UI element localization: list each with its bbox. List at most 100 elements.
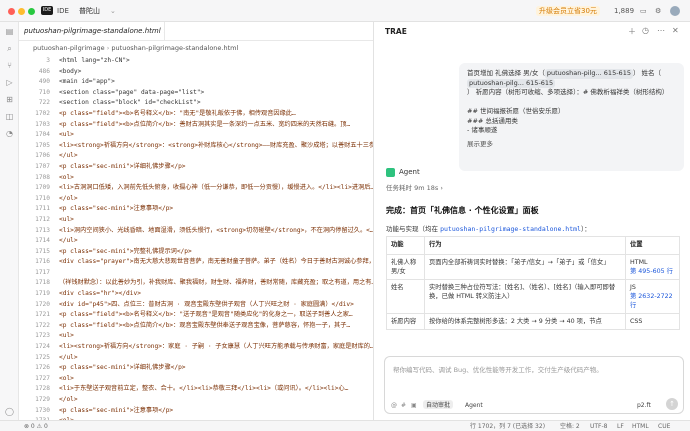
code-line[interactable]: 1715 <p class="sec-mini">完整礼佛提示词</p> — [19, 247, 373, 258]
upgrade-badge[interactable]: 升级会员立省30元 — [536, 6, 600, 16]
code-line[interactable]: 1722 <p class="field"><b>点位简介</b>：观音宝殿东壁供… — [19, 321, 373, 332]
breadcrumb-folder[interactable]: putuoshan-pilgrimage — [33, 44, 105, 52]
agent-select[interactable]: Agent — [465, 402, 483, 409]
code-text[interactable]: <ol> — [59, 374, 373, 385]
code-text[interactable]: <main id="app"> — [59, 77, 373, 88]
code-line[interactable]: 1705 <li><strong>祈福方向</strong>：<strong>补财… — [19, 141, 373, 152]
code-line[interactable]: 1702 <p class="field"><b>名号释义</b>："南无"是敬礼… — [19, 109, 373, 120]
code-line[interactable]: 1724 <li><strong>祈福方向</strong>：家庭 · 子嗣 · … — [19, 342, 373, 353]
code-text[interactable]: <p class="field"><b>点位简介</b>：善财古洞其实是一条深约… — [59, 120, 373, 131]
code-text[interactable]: <p class="sec-mini">注意事项</p> — [59, 406, 373, 417]
indent-setting[interactable]: 空格: 2 — [560, 422, 580, 431]
code-text[interactable]: <li><strong>祈福方向</strong>：<strong>补财库核心<… — [59, 141, 373, 152]
project-name[interactable]: 普陀山 — [79, 6, 100, 16]
close-window-button[interactable] — [8, 8, 15, 15]
minimize-window-button[interactable] — [18, 8, 25, 15]
code-text[interactable]: <p class="sec-mini">详细礼佛步骤</p> — [59, 363, 373, 374]
code-text[interactable]: <p class="sec-mini">详细礼佛步骤</p> — [59, 162, 373, 173]
code-line[interactable]: 1730 <p class="sec-mini">注意事项</p> — [19, 406, 373, 417]
code-line[interactable]: 1706 </ul> — [19, 151, 373, 162]
code-text[interactable]: <html lang="zh-CN"> — [59, 56, 373, 67]
code-text[interactable]: <p class="sec-mini">完整礼佛提示词</p> — [59, 247, 373, 258]
search-icon[interactable]: ⌕ — [5, 44, 14, 53]
code-text[interactable]: <li><strong>祈福方向</strong>：家庭 · 子嗣 · 子女康慧… — [59, 342, 373, 353]
code-line[interactable]: 710 <section class="page" data-page="list… — [19, 88, 373, 99]
model-select[interactable]: p2.ft — [637, 402, 651, 409]
code-text[interactable]: <ul> — [59, 130, 373, 141]
language-mode[interactable]: HTML — [632, 422, 649, 431]
code-line[interactable]: 722 <section class="block" id="checkList"… — [19, 98, 373, 109]
code-line[interactable]: 1703 <p class="field"><b>点位简介</b>：善财古洞其实是… — [19, 120, 373, 131]
chevron-down-icon[interactable]: ⌄ — [110, 6, 116, 16]
code-line[interactable]: 1712 <ul> — [19, 215, 373, 226]
file-reference-chip[interactable]: putuoshan-pilg... 615-615 — [467, 78, 556, 88]
code-text[interactable]: <p class="field"><b>名号释义</b>："南无"是敬礼皈依于佛… — [59, 109, 373, 120]
code-text[interactable]: <li>洞内空间狭小、光线昏暗、地面湿滑，须低头慢行，<strong>切勿碰壁<… — [59, 226, 373, 237]
run-debug-icon[interactable]: ▷ — [5, 78, 14, 87]
code-text[interactable]: </ul> — [59, 151, 373, 162]
file-link[interactable]: putuoshan-pilgrimage-standalone.html — [440, 225, 581, 233]
editor-tab[interactable]: putuoshan-pilgrimage-standalone.html × — [19, 22, 165, 41]
extensions-icon[interactable]: ⊞ — [5, 95, 14, 104]
remote-icon[interactable]: ◫ — [5, 112, 14, 121]
code-line[interactable]: 1713 <li>洞内空间狭小、光线昏暗、地面湿滑，须低头慢行，<strong>切… — [19, 226, 373, 237]
auto-approve-toggle[interactable]: 自动审批 — [423, 400, 454, 409]
breadcrumb-file[interactable]: putuoshan-pilgrimage-standalone.html — [111, 44, 238, 52]
layout-icon[interactable]: ▭ — [640, 6, 647, 16]
code-line[interactable]: 1717 — [19, 268, 373, 279]
code-line[interactable]: 1711 <p class="sec-mini">注意事项</p> — [19, 204, 373, 215]
cue-indicator[interactable]: CUE — [658, 422, 670, 431]
code-line[interactable]: 1729 </ol> — [19, 395, 373, 406]
code-line[interactable]: 1714 </ul> — [19, 236, 373, 247]
code-line[interactable]: 1709 <li>古洞洞口低矮，入洞前先低头俯身，收摄心神（低一分谦恭，即低一分贡… — [19, 183, 373, 194]
files-icon[interactable]: ▤ — [5, 27, 14, 36]
chat-input-box[interactable]: 帮你编写代码、调试 Bug、优化性能等开发工作，交付生产级代码产物。 @ # ▣… — [384, 356, 684, 414]
account-icon[interactable]: ◯ — [5, 407, 14, 416]
image-icon[interactable]: ▣ — [411, 402, 417, 409]
history-icon[interactable]: ◔ — [5, 129, 14, 138]
code-line[interactable]: 1720 <div id="p45">四、点位三：普财古洞 · 观音宝殿东壁供子观… — [19, 300, 373, 311]
code-text[interactable]: <section class="page" data-page="list"> — [59, 88, 373, 99]
chat-input-placeholder[interactable]: 帮你编写代码、调试 Bug、优化性能等开发工作，交付生产级代码产物。 — [393, 364, 603, 374]
code-text[interactable]: <p class="sec-mini">注意事项</p> — [59, 204, 373, 215]
code-text[interactable]: <li>于东壁送子观音前立定，整衣、合十。</li><li>恭敬三拜</li><… — [59, 384, 373, 395]
code-text[interactable]: <div class="hr"></div> — [59, 289, 373, 300]
source-control-icon[interactable]: ⑂ — [5, 61, 14, 70]
code-text[interactable]: </ol> — [59, 194, 373, 205]
code-line[interactable]: 1704 <ul> — [19, 130, 373, 141]
code-line[interactable]: 1710 </ol> — [19, 194, 373, 205]
code-line[interactable]: 1723 <ul> — [19, 331, 373, 342]
mention-icon[interactable]: @ — [391, 402, 397, 409]
code-line[interactable]: 1707 <p class="sec-mini">详细礼佛步骤</p> — [19, 162, 373, 173]
location-link[interactable]: 第 2632-2722 行 — [630, 292, 675, 310]
code-text[interactable]: （祥钱财默念）：以此善妙为引，补我财库、聚我福财，财生财、福养财，善财常随，库藏… — [59, 278, 373, 289]
code-line[interactable]: 1721 <p class="field"><b>名号释义</b>："送子观音"是… — [19, 310, 373, 321]
code-text[interactable]: <p class="field"><b>名号释义</b>："送子观音"是观音"随… — [59, 310, 373, 321]
new-chat-icon[interactable]: ＋ — [628, 26, 636, 37]
code-line[interactable]: 1719 <div class="hr"></div> — [19, 289, 373, 300]
attach-icon[interactable]: # — [401, 402, 406, 409]
code-text[interactable]: <div class="prayer">南无大慈大悲观世音菩萨，南无善财童子菩萨… — [59, 257, 373, 268]
code-line[interactable]: 1726 <p class="sec-mini">详细礼佛步骤</p> — [19, 363, 373, 374]
history-icon[interactable]: ◷ — [642, 26, 649, 35]
code-text[interactable]: </ol> — [59, 395, 373, 406]
code-lines[interactable]: 3 <html lang="zh-CN"> 486 <body> 490 <main id… — [19, 56, 373, 420]
star-count[interactable]: 1,889 — [614, 6, 634, 16]
code-text[interactable]: <body> — [59, 67, 373, 78]
cursor-position[interactable]: 行 1702，列 7 (已选择 32) — [470, 422, 545, 431]
problems-count[interactable]: ⊗ 0 ⚠ 0 — [24, 422, 48, 431]
code-text[interactable]: <div id="p45">四、点位三：普财古洞 · 观音宝殿东壁供子观音（人丁… — [59, 300, 373, 311]
code-line[interactable]: 1727 <ol> — [19, 374, 373, 385]
maximize-window-button[interactable] — [28, 8, 35, 15]
task-time[interactable]: 任务耗时 9m 18s › — [386, 182, 443, 192]
code-text[interactable]: <section class="block" id="checkList"> — [59, 98, 373, 109]
close-icon[interactable]: × — [163, 27, 164, 35]
code-line[interactable]: 1716 <div class="prayer">南无大慈大悲观世音菩萨，南无善财… — [19, 257, 373, 268]
show-more-link[interactable]: 展示更多 — [467, 140, 676, 150]
code-text[interactable]: <ul> — [59, 215, 373, 226]
avatar[interactable] — [670, 6, 680, 16]
close-icon[interactable]: ✕ — [672, 26, 679, 35]
settings-icon[interactable]: ⚙ — [655, 6, 661, 16]
more-icon[interactable]: ⋯ — [657, 26, 665, 35]
send-icon[interactable]: ↑ — [666, 398, 678, 410]
